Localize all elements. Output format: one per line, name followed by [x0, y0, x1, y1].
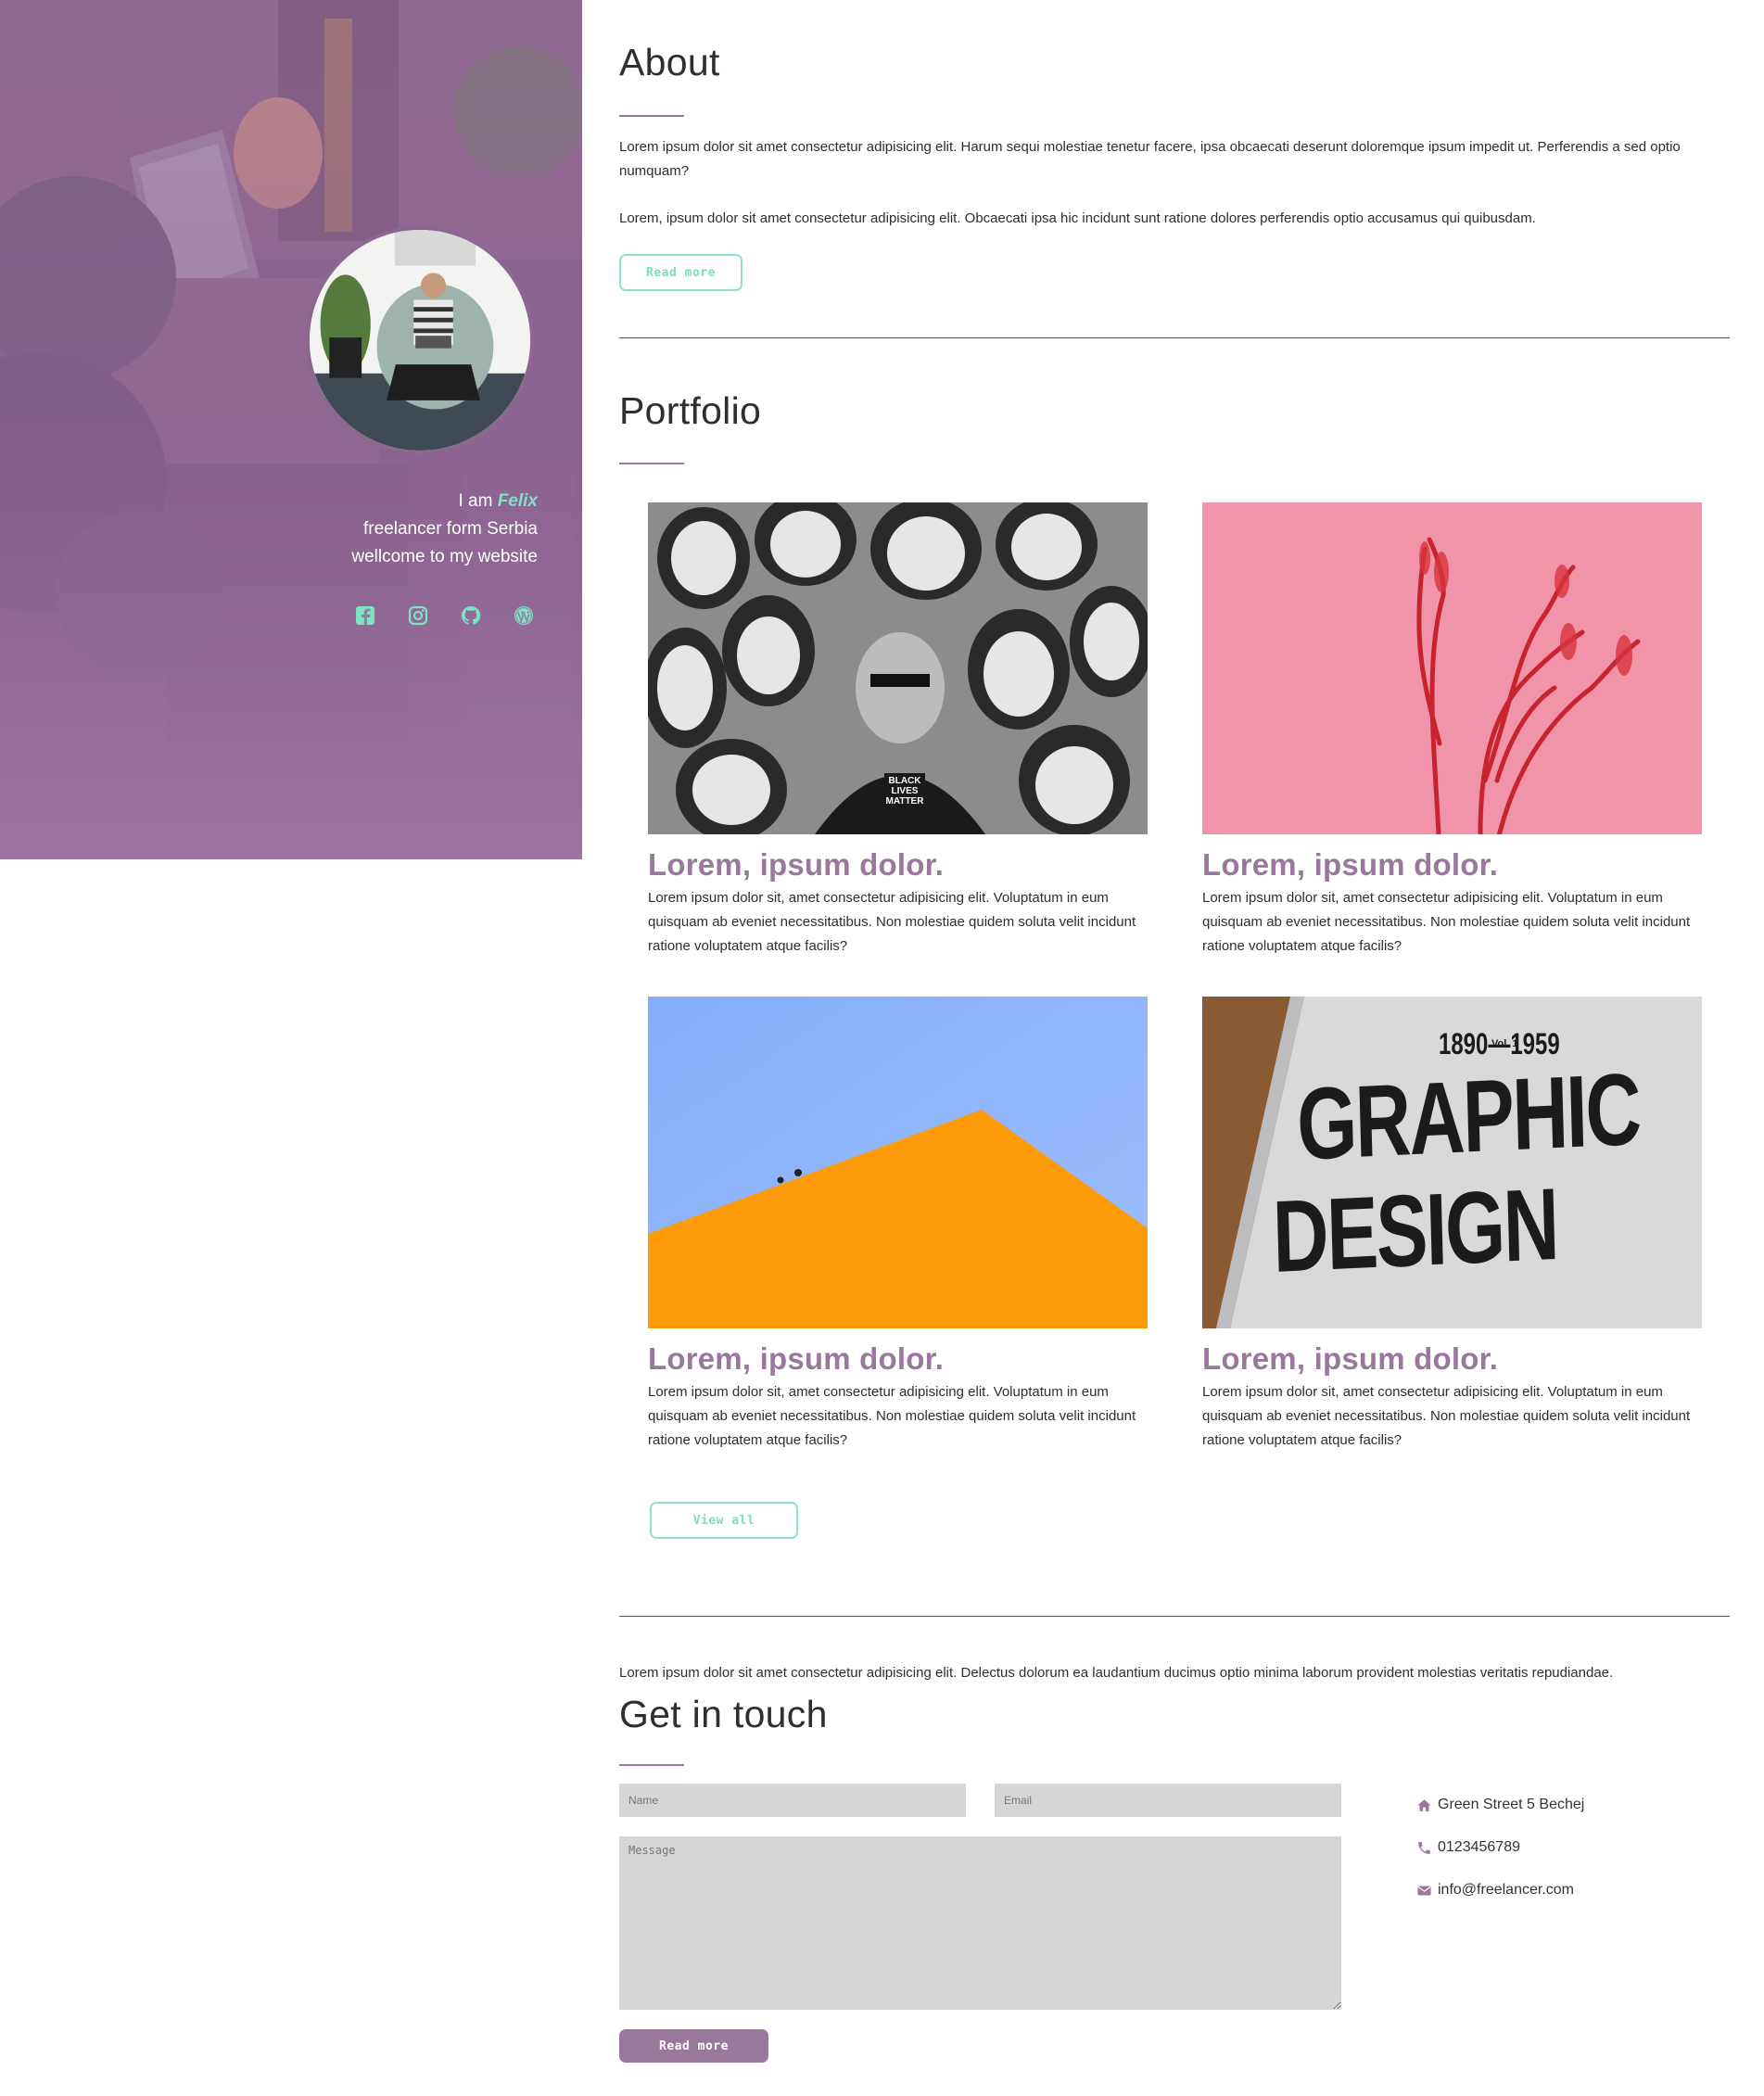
- portfolio-card[interactable]: Lorem, ipsum dolor. Lorem ipsum dolor si…: [1202, 502, 1702, 959]
- hero-overlay: [0, 0, 582, 859]
- about-paragraph-1: Lorem ipsum dolor sit amet consectetur a…: [619, 139, 1681, 179]
- divider-about: [619, 337, 1730, 338]
- name-input[interactable]: [619, 1784, 966, 1817]
- facebook-icon: [356, 606, 374, 625]
- book-years: 1890—1959: [1439, 1027, 1560, 1061]
- portfolio-card-title: Lorem, ipsum dolor.: [1202, 1341, 1499, 1376]
- phone-icon: [1418, 1841, 1430, 1854]
- mural-text-1: BLACK: [889, 776, 922, 786]
- view-all-button[interactable]: View all: [650, 1502, 798, 1539]
- portfolio-image-orange-wall: [648, 997, 1148, 1328]
- email-input[interactable]: [995, 1784, 1341, 1817]
- mural-text-2: LIVES: [892, 786, 919, 796]
- divider-portfolio: [619, 1616, 1730, 1617]
- about-read-more-button[interactable]: Read more: [619, 254, 742, 291]
- hero-intro-line3: wellcome to my website: [351, 547, 538, 566]
- portfolio-card-description: Lorem ipsum dolor sit, amet consectetur …: [1202, 1384, 1691, 1448]
- portfolio-card-description: Lorem ipsum dolor sit, amet consectetur …: [648, 890, 1136, 954]
- portfolio-heading: Portfolio: [619, 389, 762, 432]
- github-link[interactable]: [460, 604, 482, 627]
- about-heading-underline: [619, 115, 684, 117]
- hero-intro-line2: freelancer form Serbia: [363, 519, 538, 539]
- submit-button[interactable]: Read more: [619, 2029, 768, 2063]
- facebook-link[interactable]: [354, 604, 376, 627]
- portfolio-card[interactable]: Vol. 1 1890—1959 GRAPHIC DESIGN Lorem, i…: [1202, 997, 1702, 1453]
- wordpress-link[interactable]: [513, 604, 535, 627]
- contact-heading-underline: [619, 1764, 684, 1766]
- book-title-line2: DESIGN: [1272, 1167, 1559, 1294]
- github-icon: [461, 605, 481, 625]
- home-icon: [1417, 1798, 1431, 1811]
- social-links: [354, 604, 535, 627]
- portfolio-card-description: Lorem ipsum dolor sit, amet consectetur …: [648, 1384, 1136, 1448]
- message-textarea[interactable]: [619, 1836, 1341, 2010]
- email-text: info@freelancer.com: [1438, 1882, 1574, 1898]
- hero-panel: I am Felix freelancer form Serbia wellco…: [0, 0, 582, 859]
- instagram-link[interactable]: [407, 604, 429, 627]
- portfolio-card-title: Lorem, ipsum dolor.: [1202, 847, 1499, 882]
- hero-intro: I am Felix freelancer form Serbia wellco…: [260, 488, 538, 571]
- portfolio-card[interactable]: BLACK LIVES MATTER Lorem, ipsum dolor. L…: [648, 502, 1148, 959]
- contact-address: Green Street 5 Bechej: [1416, 1797, 1584, 1813]
- intro-prefix: I am: [458, 491, 493, 511]
- mural-text-3: MATTER: [886, 796, 925, 807]
- portfolio-image-mural: BLACK LIVES MATTER: [648, 502, 1148, 834]
- hero-intro-line1: I am Felix: [260, 488, 538, 515]
- instagram-icon: [408, 605, 428, 626]
- book-title-line1: GRAPHIC: [1296, 1052, 1642, 1182]
- portfolio-image-graphic-design-book: Vol. 1 1890—1959 GRAPHIC DESIGN: [1202, 997, 1702, 1328]
- contact-phone: 0123456789: [1416, 1839, 1520, 1856]
- wordpress-icon: [514, 606, 533, 625]
- address-text: Green Street 5 Bechej: [1438, 1797, 1585, 1812]
- portfolio-card-description: Lorem ipsum dolor sit, amet consectetur …: [1202, 890, 1691, 954]
- portfolio-image-pink-flowers: [1202, 502, 1702, 834]
- portfolio-card-title: Lorem, ipsum dolor.: [648, 847, 945, 882]
- about-heading: About: [619, 41, 720, 83]
- about-paragraph-2: Lorem, ipsum dolor sit amet consectetur …: [619, 210, 1536, 226]
- phone-text: 0123456789: [1438, 1839, 1520, 1855]
- portfolio-card[interactable]: Lorem, ipsum dolor. Lorem ipsum dolor si…: [648, 997, 1148, 1453]
- contact-email: info@freelancer.com: [1416, 1882, 1574, 1899]
- contact-heading: Get in touch: [619, 1693, 828, 1735]
- avatar-photo: [310, 230, 530, 451]
- portfolio-card-title: Lorem, ipsum dolor.: [648, 1341, 945, 1376]
- contact-intro: Lorem ipsum dolor sit amet consectetur a…: [619, 1665, 1614, 1681]
- portfolio-heading-underline: [619, 463, 684, 464]
- hero-name: Felix: [497, 491, 538, 511]
- envelope-icon: [1417, 1886, 1431, 1895]
- avatar: [306, 226, 534, 454]
